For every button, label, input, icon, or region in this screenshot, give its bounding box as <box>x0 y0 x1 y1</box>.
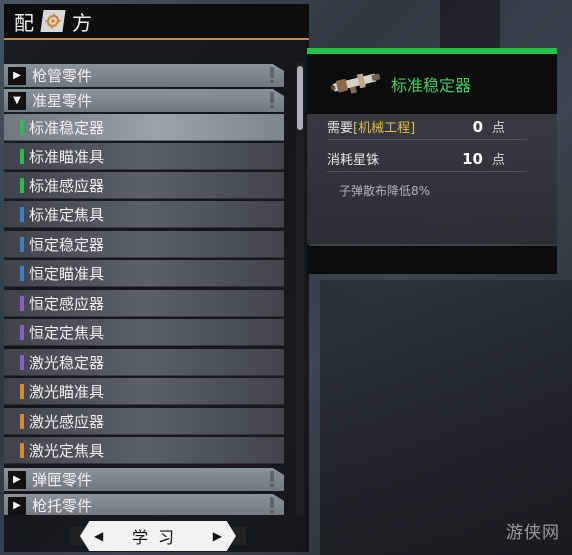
detail-header: 标准稳定器 <box>307 54 557 114</box>
recipe-item-label: 激光感应器 <box>29 412 105 431</box>
recipe-item-label: 标准感应器 <box>29 176 105 195</box>
recipe-item-label: 激光稳定器 <box>29 353 105 372</box>
recipe-item[interactable]: 激光瞄准具 <box>4 378 284 405</box>
category-sight-parts[interactable]: ▼ 准星零件 <box>4 89 284 112</box>
category-label: 枪管零件 <box>32 67 93 85</box>
recipe-item[interactable]: 恒定定焦具 <box>4 319 284 346</box>
learn-button[interactable]: 学习 <box>132 524 184 548</box>
tier-marker <box>20 295 24 311</box>
expand-arrow-icon: ▶ <box>8 66 26 85</box>
effect-description: 子弹散布降低8% <box>339 184 431 198</box>
background-pillar <box>440 0 500 48</box>
recipe-item-label: 恒定稳定器 <box>29 235 105 254</box>
recipe-item[interactable]: 激光稳定器 <box>4 349 284 376</box>
recipe-item-label: 恒定瞄准具 <box>29 264 105 283</box>
collapse-arrow-icon: ▼ <box>8 91 26 110</box>
tier-marker <box>20 148 24 164</box>
recipe-item-label: 恒定定焦具 <box>29 323 105 342</box>
category-label: 弹匣零件 <box>32 471 93 489</box>
tier-marker <box>20 206 24 222</box>
recipe-item[interactable]: 标准定焦具 <box>4 201 284 228</box>
requirement-row: 需要 [机械工程] 0 点 <box>327 114 527 140</box>
panel-header: 配 方 <box>4 4 309 40</box>
recipe-item-label: 恒定感应器 <box>29 294 105 313</box>
learn-bar: ◀ 学习 ▶ <box>80 521 236 551</box>
tier-marker <box>20 236 24 252</box>
recipe-list: ▶ 枪管零件 ▼ 准星零件 标准稳定器 标准瞄准具 标准感应器 标准定焦具 恒定… <box>4 60 294 515</box>
recipe-item-label: 激光定焦具 <box>29 441 105 460</box>
stabilizer-part-icon <box>330 73 381 94</box>
recipe-item[interactable]: 标准稳定器 <box>4 114 284 141</box>
tier-marker <box>20 413 24 429</box>
recipe-item-label: 标准瞄准具 <box>29 147 105 166</box>
caret-left-icon[interactable]: ◀ <box>94 529 103 543</box>
tier-marker <box>20 383 24 399</box>
gear-icon <box>40 10 66 32</box>
tier-marker <box>20 354 24 370</box>
recipe-item[interactable]: 标准感应器 <box>4 172 284 199</box>
requirement-skill: [机械工程] <box>353 121 416 136</box>
recipe-item-label: 标准定焦具 <box>29 205 105 224</box>
watermark-logo: 游侠网 <box>506 523 560 543</box>
detail-footer <box>307 246 557 274</box>
background-scenery <box>320 280 572 555</box>
recipe-item-label: 标准稳定器 <box>29 118 105 137</box>
cost-unit: 点 <box>491 153 505 168</box>
expand-arrow-icon: ▶ <box>8 470 26 489</box>
scrollbar-thumb[interactable] <box>297 66 303 130</box>
category-label: 枪托零件 <box>32 497 93 515</box>
requirement-value: 0 <box>472 117 483 136</box>
cost-value: 10 <box>462 149 483 168</box>
requirement-unit: 点 <box>491 121 505 136</box>
alert-icon <box>270 67 274 83</box>
recipe-item[interactable]: 恒定感应器 <box>4 290 284 317</box>
recipe-item[interactable]: 恒定瞄准具 <box>4 260 284 287</box>
panel-title-right: 方 <box>72 10 92 35</box>
detail-panel: 标准稳定器 需要 [机械工程] 0 点 消耗星铢 10 点 子弹散布降低8% <box>307 48 557 274</box>
alert-icon <box>270 92 274 108</box>
detail-item-name: 标准稳定器 <box>391 76 472 95</box>
alert-icon <box>270 471 274 487</box>
recipe-list-scrollbar[interactable] <box>296 62 304 517</box>
panel-title-left: 配 <box>14 10 34 35</box>
cost-row: 消耗星铢 10 点 <box>327 146 527 172</box>
category-label: 准星零件 <box>32 92 93 110</box>
recipe-item-label: 激光瞄准具 <box>29 382 105 401</box>
caret-right-icon[interactable]: ▶ <box>213 529 222 543</box>
tier-marker <box>20 177 24 193</box>
cost-label: 消耗星铢 <box>327 153 380 168</box>
recipe-item[interactable]: 激光定焦具 <box>4 437 284 464</box>
tier-marker <box>20 324 24 340</box>
tier-marker <box>20 265 24 281</box>
category-magazine-parts[interactable]: ▶ 弹匣零件 <box>4 468 284 491</box>
tier-marker <box>20 442 24 458</box>
alert-icon <box>270 497 274 513</box>
tier-marker <box>20 119 24 135</box>
detail-body: 需要 [机械工程] 0 点 消耗星铢 10 点 子弹散布降低8% <box>307 114 557 244</box>
recipe-item[interactable]: 标准瞄准具 <box>4 143 284 170</box>
requirement-label: 需要 <box>327 121 354 136</box>
category-barrel-parts[interactable]: ▶ 枪管零件 <box>4 64 284 87</box>
recipe-item[interactable]: 激光感应器 <box>4 408 284 435</box>
category-stock-parts[interactable]: ▶ 枪托零件 <box>4 494 284 515</box>
recipe-item[interactable]: 恒定稳定器 <box>4 231 284 258</box>
expand-arrow-icon: ▶ <box>8 496 26 515</box>
